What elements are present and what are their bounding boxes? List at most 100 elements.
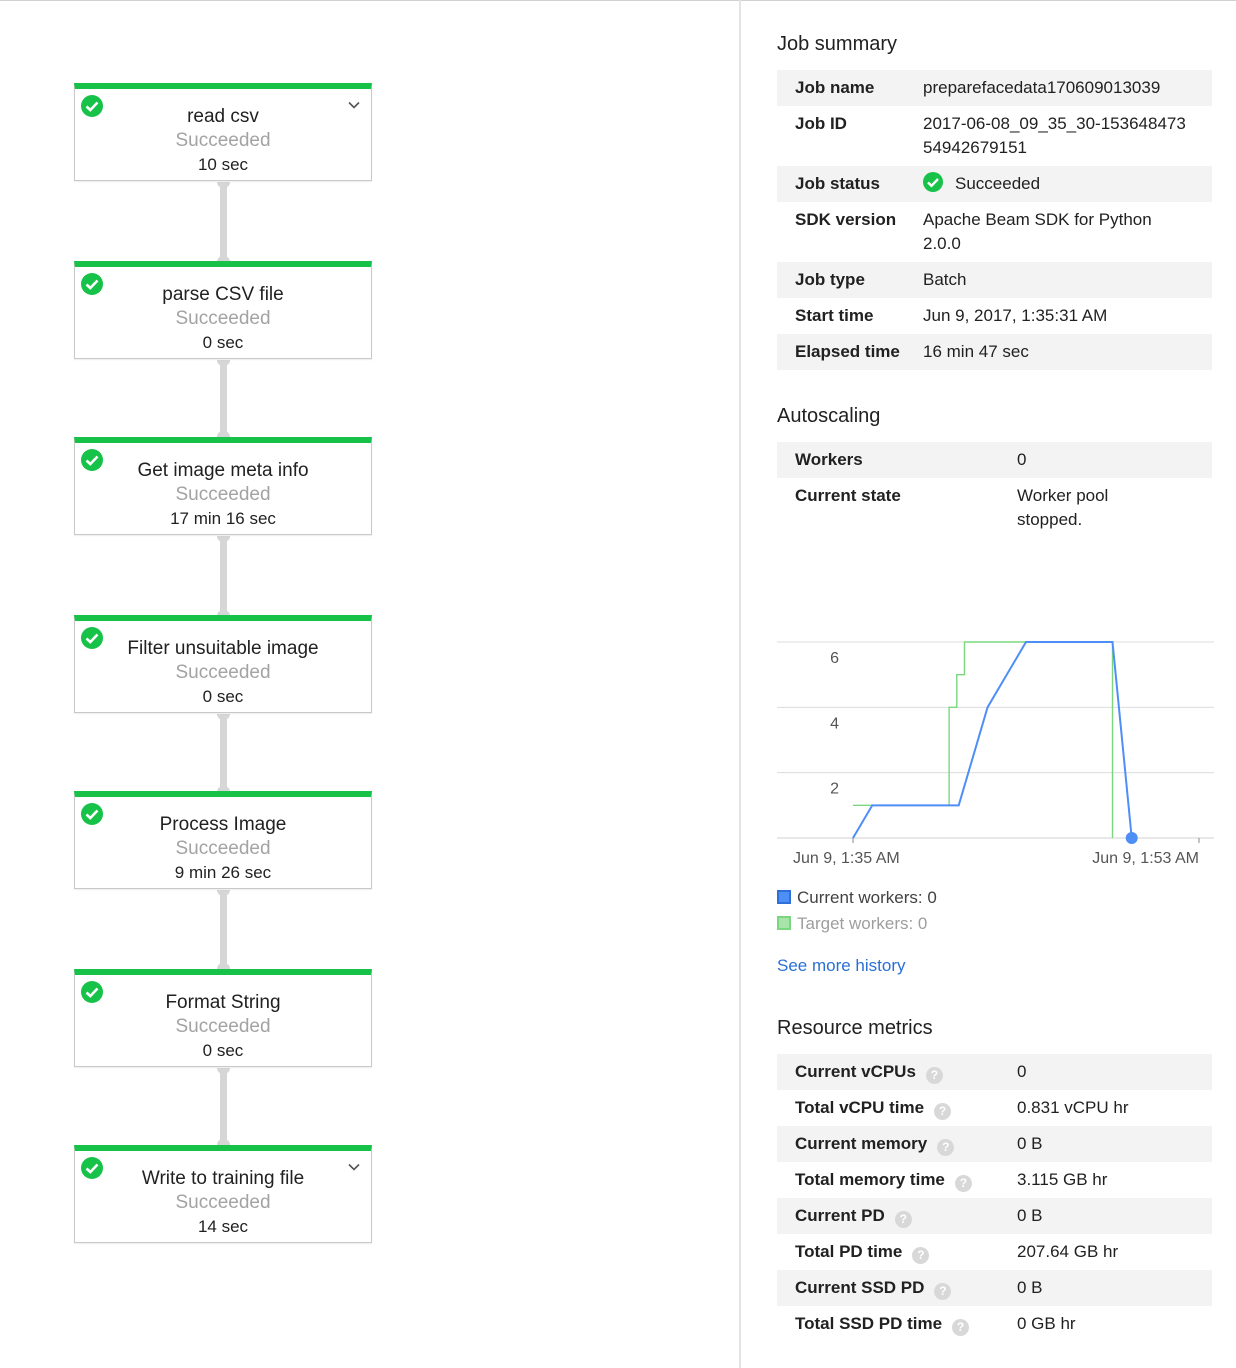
legend-swatch-current[interactable] (777, 890, 791, 904)
check-circle-icon (81, 273, 103, 295)
step-duration: 14 sec (197, 1217, 249, 1236)
job-name-value: preparefacedata170609013039 (923, 70, 1212, 106)
elapsed-time-label: Elapsed time (777, 334, 923, 370)
step-duration: 17 min 16 sec (170, 509, 276, 528)
pipeline-step-filter-unsuitable-image[interactable]: Filter unsuitable image Succeeded 0 sec (74, 615, 372, 713)
pipeline-step-write-to-training-file[interactable]: Write to training file Succeeded 14 sec (74, 1145, 372, 1243)
job-summary-table: Job name preparefacedata170609013039 Job… (777, 70, 1212, 370)
table-row: Job name preparefacedata170609013039 (777, 70, 1212, 106)
pipeline-step-parse-csv-file[interactable]: parse CSV file Succeeded 0 sec (74, 261, 372, 359)
step-name: parse CSV file (162, 284, 284, 305)
legend-swatch-target[interactable] (777, 916, 791, 930)
check-circle-icon (81, 627, 103, 649)
pipeline-step-process-image[interactable]: Process Image Succeeded 9 min 26 sec (74, 791, 372, 889)
workers-value: 0 (1017, 442, 1212, 478)
table-row: SDK version Apache Beam SDK for Python 2… (777, 202, 1212, 262)
step-connector (217, 890, 230, 969)
job-status-text: Succeeded (955, 174, 1041, 193)
table-row: Total PD time? 207.64 GB hr (777, 1234, 1212, 1270)
current-memory-label: Current memory (795, 1134, 928, 1153)
elapsed-time-value: 16 min 47 sec (923, 334, 1212, 370)
current-ssd-pd-label: Current SSD PD (795, 1278, 925, 1297)
sdk-version-label: SDK version (795, 210, 897, 229)
y-tick-label: 2 (830, 781, 839, 798)
job-id-value: 2017-06-08_09_35_30-15364847354942679151 (923, 114, 1186, 157)
chevron-down-icon[interactable] (347, 1160, 361, 1174)
metric-label: Total SSD PD time? (777, 1306, 1017, 1342)
legend-current-workers[interactable]: Current workers: 0 (777, 888, 937, 908)
help-icon[interactable]: ? (894, 1211, 912, 1228)
step-duration: 10 sec (197, 155, 249, 174)
step-status: Succeeded (175, 1192, 271, 1213)
step-name: Write to training file (141, 1168, 305, 1189)
legend-target-workers[interactable]: Target workers: 0 (777, 914, 927, 934)
legend-current-label: Current workers: 0 (797, 888, 937, 907)
chevron-down-icon[interactable] (347, 98, 361, 112)
step-connector (217, 1068, 230, 1145)
job-id-label: Job ID (795, 114, 847, 133)
step-status: Succeeded (175, 484, 271, 505)
job-type-label: Job type (777, 262, 923, 298)
autoscaling-table: Workers 0 Current state Worker pool stop… (777, 442, 1212, 538)
y-tick-label: 6 (830, 650, 839, 667)
step-name: read csv (187, 106, 259, 127)
metric-label: Total PD time? (777, 1234, 1017, 1270)
table-row: Workers 0 (777, 442, 1212, 478)
check-circle-icon (81, 981, 103, 1003)
total-memory-time-label: Total memory time (795, 1170, 945, 1189)
step-duration: 9 min 26 sec (174, 863, 272, 882)
metric-label: Current vCPUs? (777, 1054, 1017, 1090)
check-circle-icon (81, 95, 103, 117)
workers-label: Workers (777, 442, 1017, 478)
sdk-version-value: Apache Beam SDK for Python 2.0.0 (923, 210, 1152, 253)
help-icon[interactable]: ? (934, 1103, 952, 1120)
table-row: Current PD? 0 B (777, 1198, 1212, 1234)
step-connector (217, 536, 230, 616)
table-row: Total memory time? 3.115 GB hr (777, 1162, 1212, 1198)
check-circle-icon (81, 449, 103, 471)
help-icon[interactable]: ? (925, 1067, 943, 1084)
help-icon[interactable]: ? (934, 1283, 952, 1300)
step-name: Process Image (159, 814, 287, 835)
step-name: Filter unsuitable image (127, 638, 319, 659)
pipeline-graph: read csv Succeeded 10 sec parse CSV file… (0, 0, 739, 1368)
table-row: Job ID 2017-06-08_09_35_30-1536484735494… (777, 106, 1212, 166)
help-icon[interactable]: ? (954, 1175, 972, 1192)
resource-metrics-table: Current vCPUs? 0 Total vCPU time? 0.831 … (777, 1054, 1212, 1342)
help-icon[interactable]: ? (937, 1139, 955, 1156)
table-row: Job status Succeeded (777, 166, 1212, 202)
step-connector (217, 360, 230, 437)
resource-metrics-title: Resource metrics (777, 1017, 933, 1039)
table-row: Current vCPUs? 0 (777, 1054, 1212, 1090)
table-row: Total SSD PD time? 0 GB hr (777, 1306, 1212, 1342)
table-row: Start time Jun 9, 2017, 1:35:31 AM (777, 298, 1212, 334)
metric-label: Current PD? (777, 1198, 1017, 1234)
see-more-history-link[interactable]: See more history (777, 956, 906, 976)
x-tick-label: Jun 9, 1:53 AM (1092, 850, 1199, 867)
table-row: Job type Batch (777, 262, 1212, 298)
current-state-label: Current state (795, 486, 901, 505)
step-connector (217, 182, 230, 262)
total-pd-time-value: 207.64 GB hr (1017, 1242, 1119, 1261)
total-pd-time-label: Total PD time (795, 1242, 903, 1261)
step-duration: 0 sec (202, 1041, 244, 1060)
check-circle-icon (81, 803, 103, 825)
current-workers-endpoint[interactable] (1125, 832, 1138, 844)
job-status-label: Job status (777, 166, 923, 202)
total-memory-time-value: 3.115 GB hr (1017, 1170, 1108, 1189)
pipeline-step-format-string[interactable]: Format String Succeeded 0 sec (74, 969, 372, 1067)
step-connector (217, 714, 230, 792)
table-row: Current state Worker pool stopped. (777, 478, 1212, 538)
current-workers-line (852, 641, 1133, 839)
pipeline-step-get-image-meta-info[interactable]: Get image meta info Succeeded 17 min 16 … (74, 437, 372, 535)
step-status: Succeeded (175, 130, 271, 151)
help-icon[interactable]: ? (952, 1319, 970, 1336)
workers-history-chart[interactable]: 2 4 6 Jun 9, 1:35 AM Jun 9, 1:53 AM (777, 630, 1217, 870)
total-ssd-pd-time-value: 0 GB hr (1017, 1314, 1076, 1333)
help-icon[interactable]: ? (912, 1247, 930, 1264)
pipeline-step-read-csv[interactable]: read csv Succeeded 10 sec (74, 83, 372, 181)
total-vcpu-time-value: 0.831 vCPU hr (1017, 1098, 1129, 1117)
autoscaling-title: Autoscaling (777, 405, 881, 427)
check-circle-icon (923, 172, 943, 192)
table-row: Current memory? 0 B (777, 1126, 1212, 1162)
